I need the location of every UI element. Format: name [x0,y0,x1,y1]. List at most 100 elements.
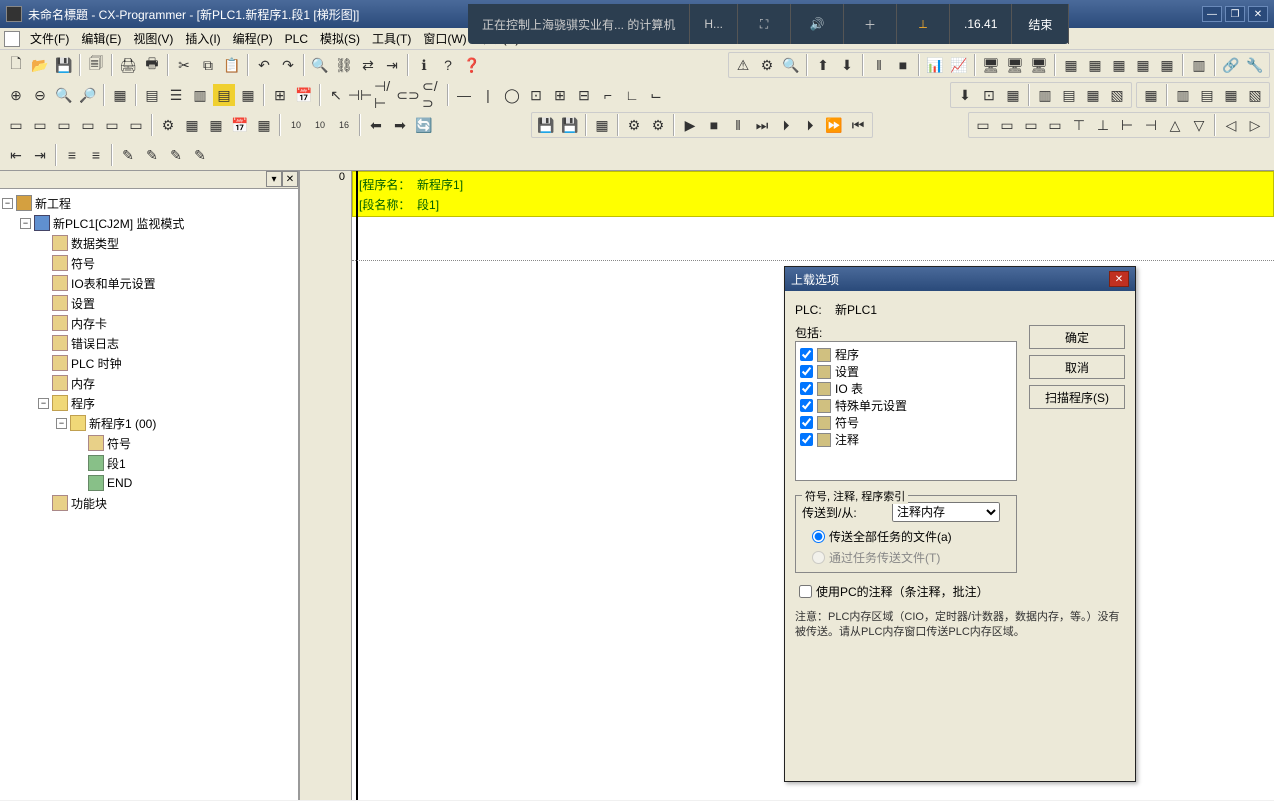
r3-16-icon[interactable]: 16 [333,114,355,136]
next-icon[interactable]: ⇥ [381,54,403,76]
chk-comments[interactable] [800,433,813,446]
xref-icon[interactable]: ⇄ [357,54,379,76]
g4c-icon[interactable]: ▭ [1020,114,1042,136]
r3e-icon[interactable]: ▭ [101,114,123,136]
tb-a-icon[interactable]: ▦ [1060,54,1082,76]
menu-file[interactable]: 文件(F) [24,28,75,49]
coil-icon[interactable]: ⊂⊃ [397,84,419,106]
tree-memory[interactable]: 内存 [2,373,296,393]
r3i-icon[interactable]: ▦ [205,114,227,136]
r3k-icon[interactable]: ▦ [253,114,275,136]
cancel-button[interactable]: 取消 [1029,355,1125,379]
cursor-icon[interactable]: ↖ [325,84,347,106]
print-icon[interactable]: 🖨 [117,54,139,76]
r3a-icon[interactable]: ▭ [5,114,27,136]
chart2-icon[interactable]: 📈 [948,54,970,76]
print2-icon[interactable]: 🖶 [141,54,163,76]
mon3-icon[interactable]: 🖥 [1028,54,1050,76]
save-icon[interactable]: 💾 [53,54,75,76]
dialog-close-icon[interactable]: ✕ [1109,271,1129,287]
g2a-icon[interactable]: ⬇ [954,84,976,106]
menu-simulate[interactable]: 模拟(S) [314,28,366,49]
next-step-icon[interactable]: ⏭ [751,114,773,136]
net2-icon[interactable]: 🔍 [780,54,802,76]
pin-icon[interactable]: ⟂ [911,12,935,36]
zoom-out-icon[interactable]: ⊖ [29,84,51,106]
paste-icon[interactable]: 📋 [221,54,243,76]
tree-root[interactable]: −新工程 [2,193,296,213]
redo-icon[interactable]: ↷ [277,54,299,76]
func6-icon[interactable]: ∟ [621,84,643,106]
r3-10b-icon[interactable]: 10 [309,114,331,136]
menu-insert[interactable]: 插入(I) [179,28,226,49]
g2d-icon[interactable]: ▥ [1034,84,1056,106]
chk-program[interactable] [800,348,813,361]
end-session-button[interactable]: 结束 [1012,4,1069,44]
func2-icon[interactable]: ⊡ [525,84,547,106]
func4-icon[interactable]: ⊟ [573,84,595,106]
g2f-icon[interactable]: ▦ [1082,84,1104,106]
menu-program[interactable]: 编程(P) [227,28,279,49]
g4l-icon[interactable]: ▷ [1244,114,1266,136]
g2c-icon[interactable]: ▦ [1002,84,1024,106]
g3a-icon[interactable]: ▦ [1140,84,1162,106]
g4f-icon[interactable]: ⊥ [1092,114,1114,136]
r3d-icon[interactable]: ▭ [77,114,99,136]
tb-g-icon[interactable]: 🔗 [1220,54,1242,76]
cal-icon[interactable]: 📅 [293,84,315,106]
r3-10a-icon[interactable]: 10 [285,114,307,136]
view4-icon[interactable]: ▥ [189,84,211,106]
scan-button[interactable]: 扫描程序(S) [1029,385,1125,409]
step1-icon[interactable]: ⏵ [775,114,797,136]
replace-icon[interactable]: ⛓ [333,54,355,76]
zoom-in-icon[interactable]: ⊕ [5,84,27,106]
g3d-icon[interactable]: ▦ [1220,84,1242,106]
tree-end[interactable]: END [2,473,296,493]
tb-c-icon[interactable]: ▦ [1108,54,1130,76]
coil2-icon[interactable]: ⊂/⊃ [421,84,443,106]
e3-icon[interactable]: ✎ [165,144,187,166]
func-icon[interactable]: ◯ [501,84,523,106]
tb-f-icon[interactable]: ▥ [1188,54,1210,76]
view5-icon[interactable]: ▤ [213,84,235,106]
upload-icon[interactable]: ⬆ [812,54,834,76]
zoom-100-icon[interactable]: 🔎 [77,84,99,106]
minimize-button[interactable]: — [1202,6,1222,22]
ok-button[interactable]: 确定 [1029,325,1125,349]
g2b-icon[interactable]: ⊡ [978,84,1000,106]
tree-programs[interactable]: −程序 [2,393,296,413]
open-icon[interactable]: 📂 [29,54,51,76]
grid-icon[interactable]: ⊞ [269,84,291,106]
radio-all-tasks[interactable] [812,530,825,543]
tb-e-icon[interactable]: ▦ [1156,54,1178,76]
func7-icon[interactable]: ⌙ [645,84,667,106]
func3-icon[interactable]: ⊞ [549,84,571,106]
undo-icon[interactable]: ↶ [253,54,275,76]
tree-fb[interactable]: 功能块 [2,493,296,513]
tree-settings[interactable]: 设置 [2,293,296,313]
chk-special[interactable] [800,399,813,412]
g4h-icon[interactable]: ⊣ [1140,114,1162,136]
align1-icon[interactable]: ≡ [61,144,83,166]
e2-icon[interactable]: ✎ [141,144,163,166]
tree-section1[interactable]: 段1 [2,453,296,473]
tree-iotable[interactable]: IO表和单元设置 [2,273,296,293]
chk-use-pc-comments[interactable] [799,585,812,598]
hline-icon[interactable]: — [453,84,475,106]
close-button[interactable]: ✕ [1248,6,1268,22]
stop2-icon[interactable]: ■ [892,54,914,76]
g2e-icon[interactable]: ▤ [1058,84,1080,106]
tree-close-icon[interactable]: ✕ [282,171,298,187]
tree-program1[interactable]: −新程序1 (00) [2,413,296,433]
menu-view[interactable]: 视图(V) [127,28,179,49]
g4b-icon[interactable]: ▭ [996,114,1018,136]
r3l-icon[interactable]: ⬅ [365,114,387,136]
g4a-icon[interactable]: ▭ [972,114,994,136]
whatsthis-icon[interactable]: ❓ [461,54,483,76]
view2-icon[interactable]: ▤ [141,84,163,106]
menu-window[interactable]: 窗口(W) [417,28,472,49]
view6-icon[interactable]: ▦ [237,84,259,106]
warn1-icon[interactable]: ⚠ [732,54,754,76]
copy-icon[interactable]: ⧉ [197,54,219,76]
chk-symbols[interactable] [800,416,813,429]
